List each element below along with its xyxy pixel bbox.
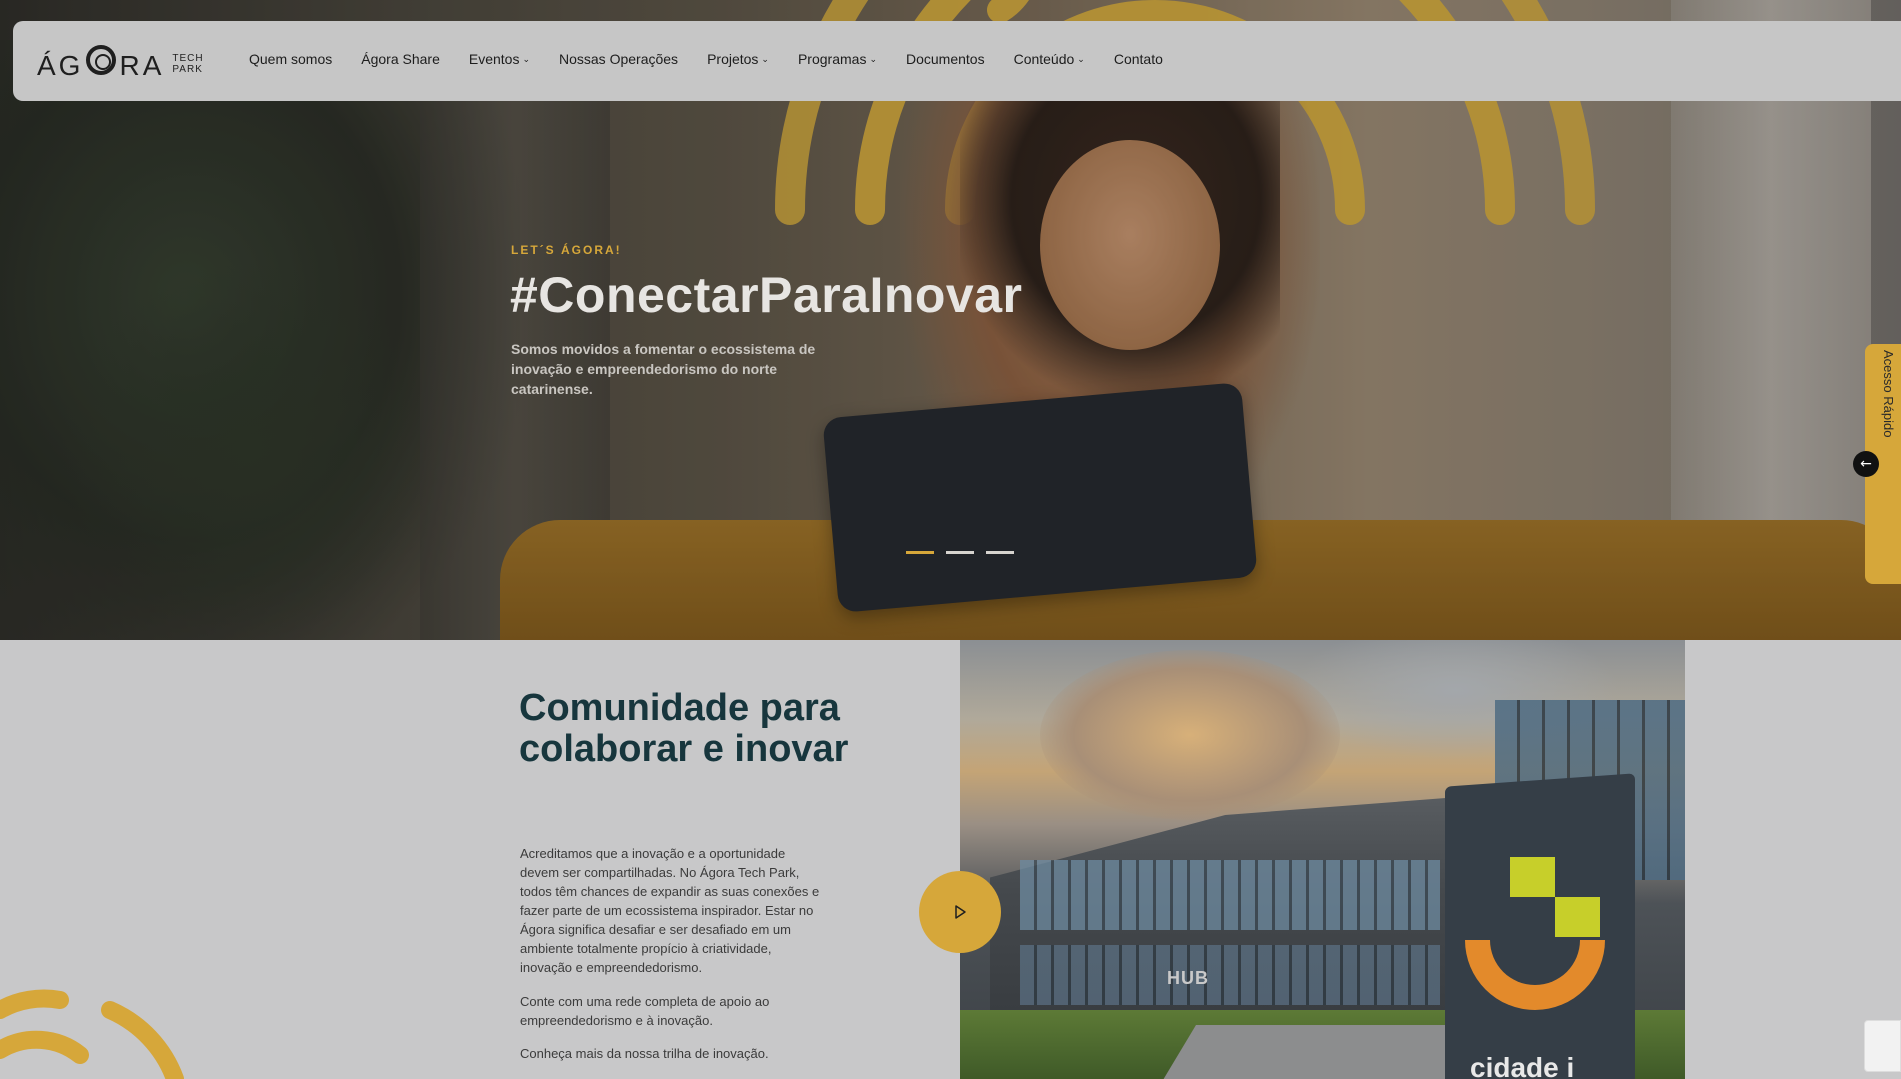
quick-access-toggle-button[interactable]: ← [1853,451,1879,477]
logo-ring-icon [86,45,117,75]
slider-dot-2[interactable] [946,551,974,554]
nav-label: Programas [797,51,867,67]
chevron-down-icon: ⌄ [869,53,877,64]
chevron-down-icon: ⌄ [1077,53,1085,64]
nav-label: Eventos [468,51,520,67]
arrow-left-icon: ← [1860,456,1872,472]
nav-label: Projetos [707,51,759,67]
chevron-down-icon: ⌄ [761,53,769,64]
photo-windows [1020,860,1440,930]
section-paragraph-1: Acreditamos que a inovação e a oportunid… [520,846,820,975]
nav-eventos[interactable]: Eventos ⌄ [469,51,530,67]
logo-tagline: TECH PARK [172,53,203,75]
nav-label: Nossas Operações [559,51,679,67]
slider-dots [906,551,1014,554]
play-video-button[interactable] [919,871,1001,953]
building-photo: HUB cidade i [960,640,1685,1079]
section-title: Comunidade para colaborar e inovar [519,687,849,770]
photo-hub-sign: HUB [1167,968,1209,988]
totem-logo-icon [1465,857,1605,1010]
slider-dot-3[interactable] [986,551,1014,554]
photo-windows-lower [1020,945,1440,1005]
section-paragraph-2: Conte com uma rede completa de apoio ao … [520,994,770,1028]
nav-label: Documentos [905,51,985,67]
logo-wordmark: ÁG RA [37,45,164,82]
nav-projetos[interactable]: Projetos ⌄ [707,51,769,67]
logo-tag-line-2: PARK [172,63,203,75]
hero-title: #ConectarParaInovar [510,267,1023,323]
nav-conteudo[interactable]: Conteúdo ⌄ [1014,51,1085,67]
nav-label: Ágora Share [361,51,440,67]
photo-totem-text: cidade i [1470,1052,1575,1079]
nav-label: Quem somos [249,51,333,67]
site-header: ÁG RA TECH PARK Quem somos Ágora Share Ev… [13,21,1901,101]
hero-subtitle: Somos movidos a fomentar o ecossistema d… [511,341,816,397]
main-nav: Quem somos Ágora Share Eventos ⌄ Nossas O… [249,51,1192,67]
nav-programas[interactable]: Programas ⌄ [798,51,877,67]
nav-quem-somos[interactable]: Quem somos [249,51,332,67]
play-icon [955,905,966,919]
recaptcha-badge[interactable] [1864,1020,1901,1072]
decorative-rings-graphic [0,989,184,1079]
nav-contato[interactable]: Contato [1114,51,1163,67]
slider-dot-1[interactable] [906,551,934,554]
nav-label: Contato [1113,51,1163,67]
nav-nossas-operacoes[interactable]: Nossas Operações [559,51,678,67]
nav-documentos[interactable]: Documentos [906,51,985,67]
nav-label: Conteúdo [1013,51,1075,67]
quick-access-label: Acesso Rápido [1881,350,1896,438]
logo-tag-line-1: TECH [172,52,204,64]
chevron-down-icon: ⌄ [522,53,530,64]
nav-agora-share[interactable]: Ágora Share [361,51,440,67]
site-logo[interactable]: ÁG RA TECH PARK [37,45,204,82]
section-paragraph-3: Conheça mais da nossa trilha de inovação… [520,1046,769,1061]
hero-eyebrow: LET´S ÁGORA! [511,243,622,257]
